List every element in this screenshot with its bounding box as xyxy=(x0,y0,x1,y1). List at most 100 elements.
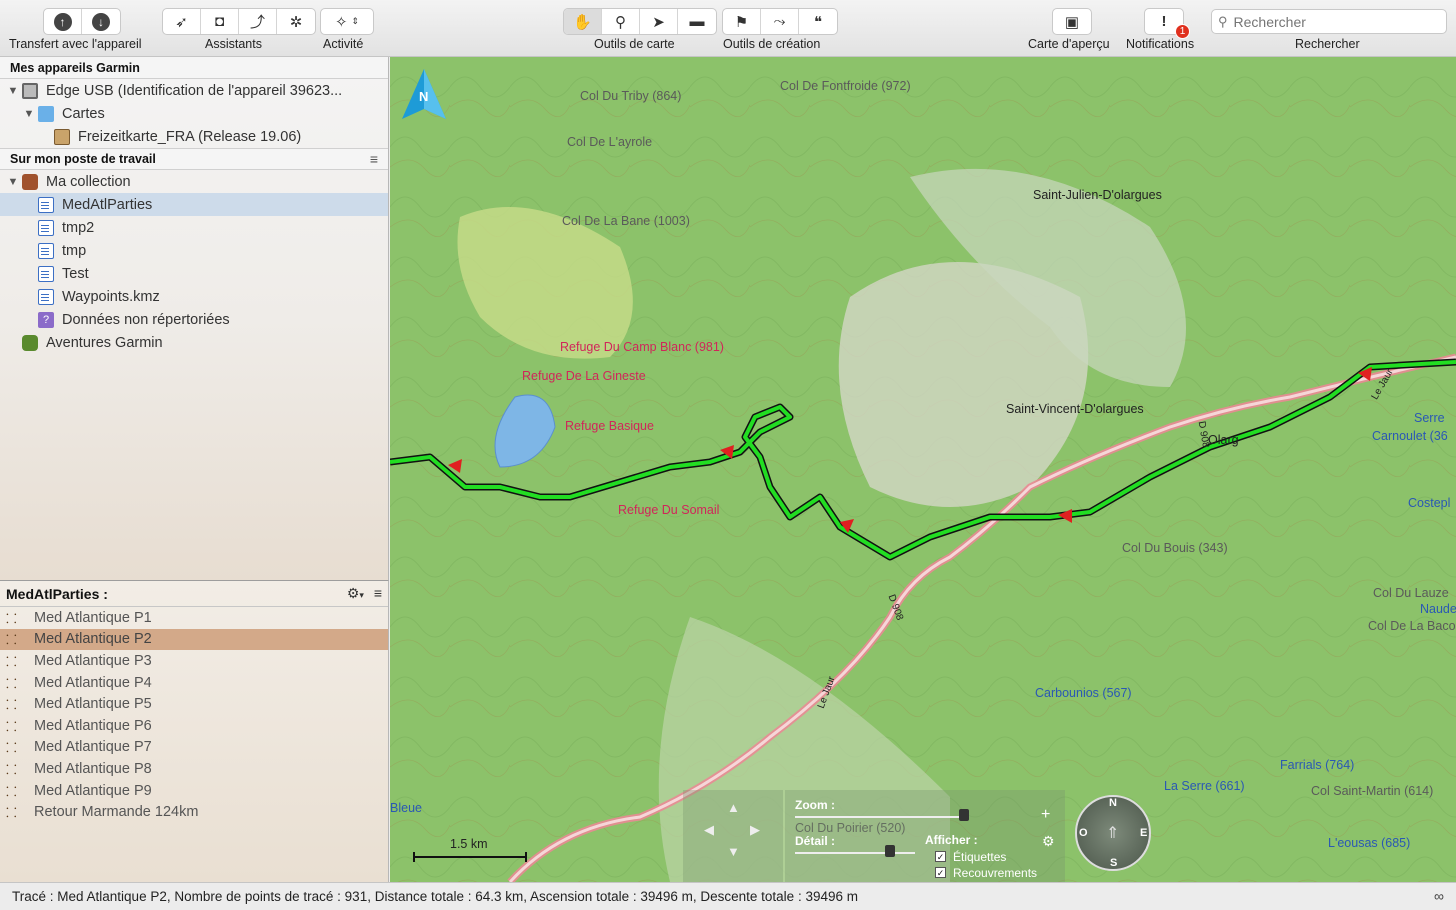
compass-rose[interactable]: N S E O ⇑ xyxy=(1075,795,1151,871)
place-label[interactable]: Col De L'ayrole xyxy=(567,135,652,149)
place-label[interactable]: Col De La Baco xyxy=(1368,619,1456,633)
device-transfer-group: ↑ ↓ xyxy=(43,8,121,35)
pan-control: ▲ ◀ ▶ ▼ xyxy=(683,790,783,882)
place-label[interactable]: Col Du Lauze xyxy=(1373,586,1449,600)
list-item-tmp2[interactable]: tmp2 xyxy=(0,216,388,239)
list-item[interactable]: ⸬ Med Atlantique P2 xyxy=(0,628,388,651)
place-label[interactable]: Carbounios (567) xyxy=(1035,686,1132,700)
place-label[interactable]: Bleue xyxy=(390,801,422,815)
list-item[interactable]: ⸬ Retour Marmande 124km xyxy=(0,801,388,823)
list-item-waypoints-kmz[interactable]: Waypoints.kmz xyxy=(0,285,388,308)
pan-left-button[interactable]: ◀ xyxy=(704,822,714,838)
download-icon: ↓ xyxy=(92,12,110,31)
overlays-checkbox-label: Recouvrements xyxy=(953,866,1038,880)
garmin-adventures-row[interactable]: Aventures Garmin xyxy=(0,331,388,354)
chevron-down-icon[interactable]: ▾ xyxy=(359,590,364,600)
rocket-assistant-button[interactable]: ➶ xyxy=(163,9,201,34)
place-label[interactable]: Farrials (764) xyxy=(1280,758,1354,772)
disclosure-triangle-icon[interactable]: ▼ xyxy=(6,176,20,188)
detail-label: Détail : xyxy=(795,834,836,848)
list-item[interactable]: ⸬ Med Atlantique P5 xyxy=(0,693,388,715)
magnifier-icon: ⚲ xyxy=(615,13,626,31)
place-label[interactable]: Refuge De La Gineste xyxy=(522,369,646,383)
measure-tool-button[interactable]: ▬ xyxy=(678,9,716,34)
backpack-icon: ◘ xyxy=(214,13,225,30)
list-item-test[interactable]: Test xyxy=(0,262,388,285)
list-item[interactable]: ⸬ Med Atlantique P6 xyxy=(0,715,388,737)
device-label: Edge USB (Identification de l'appareil 3… xyxy=(46,82,343,99)
place-label[interactable]: La Serre (661) xyxy=(1164,779,1245,793)
pan-right-button[interactable]: ▶ xyxy=(750,822,760,838)
list-item-label: tmp xyxy=(62,242,87,259)
pan-down-button[interactable]: ▼ xyxy=(727,844,740,859)
menu-lines-icon[interactable]: ≡ xyxy=(370,151,378,167)
map-tools-group: ✋ ⚲ ➤ ▬ xyxy=(563,8,717,35)
list-item-unlisted-data[interactable]: ? Données non répertoriées xyxy=(0,308,388,331)
place-label[interactable]: Refuge Du Somail xyxy=(618,503,719,517)
detail-slider-thumb[interactable] xyxy=(885,845,895,857)
zoom-slider-thumb[interactable] xyxy=(959,809,969,821)
gear-icon[interactable]: ⚙ xyxy=(347,585,360,601)
route-assistant-button[interactable]: ⤴ xyxy=(239,9,277,34)
list-item[interactable]: ⸬ Med Atlantique P8 xyxy=(0,758,388,780)
place-label[interactable]: Carnoulet (36 xyxy=(1372,429,1448,443)
route-tool-button[interactable]: ⤳ xyxy=(761,9,799,34)
search-input[interactable] xyxy=(1233,13,1434,30)
disclosure-triangle-icon[interactable]: ▼ xyxy=(6,85,20,97)
notifications-button[interactable]: ! 1 xyxy=(1145,9,1190,39)
send-to-device-button[interactable]: ↑ xyxy=(44,9,82,34)
place-label[interactable]: Saint-Vincent-D'olargues xyxy=(1006,402,1144,416)
place-label[interactable]: Olarg xyxy=(1208,433,1239,447)
pan-up-button[interactable]: ▲ xyxy=(727,800,740,815)
zoom-in-icon[interactable]: + xyxy=(1041,806,1050,824)
disclosure-triangle-icon[interactable]: ▼ xyxy=(22,108,36,120)
waypoint-tool-button[interactable]: ⚑ xyxy=(723,9,761,34)
list-item-medatlparties[interactable]: MedAtlParties xyxy=(0,193,388,216)
list-item[interactable]: ⸬ Med Atlantique P7 xyxy=(0,737,388,759)
assistants-group: ➶ ◘ ⤴ ✲ xyxy=(162,8,316,35)
map-item-row[interactable]: Freizeitkarte_FRA (Release 19.06) xyxy=(0,125,388,148)
overview-map-button[interactable]: ▣ xyxy=(1053,9,1091,34)
hand-icon: ✋ xyxy=(573,13,592,31)
labels-checkbox-label: Étiquettes xyxy=(953,850,1007,864)
activity-select[interactable]: ✧ ⇕ xyxy=(321,9,373,34)
select-tool-button[interactable]: ➤ xyxy=(640,9,678,34)
place-label[interactable]: Costepl xyxy=(1408,496,1450,510)
place-label[interactable]: L'eousas (685) xyxy=(1328,836,1410,850)
menu-lines-icon[interactable]: ≡ xyxy=(374,585,382,601)
compass-south: S xyxy=(1110,857,1118,869)
zoom-detail-panel: Zoom : Détail : Afficher : ✓ Étiquettes … xyxy=(785,790,1065,882)
place-label[interactable]: Col De Fontfroide (972) xyxy=(780,79,911,93)
receive-from-device-button[interactable]: ↓ xyxy=(82,9,120,34)
place-label[interactable]: Col Du Triby (864) xyxy=(580,89,681,103)
list-item[interactable]: ⸬ Med Atlantique P9 xyxy=(0,780,388,802)
place-label[interactable]: Refuge Du Camp Blanc (981) xyxy=(560,340,724,354)
track-tool-button[interactable]: ❝ xyxy=(799,9,837,34)
labels-checkbox[interactable]: ✓ xyxy=(935,851,946,862)
backpack-assistant-button[interactable]: ◘ xyxy=(201,9,239,34)
list-item-tmp[interactable]: tmp xyxy=(0,239,388,262)
gear-icon[interactable]: ⚙ xyxy=(1042,833,1055,850)
binoculars-icon[interactable]: ∞ xyxy=(1434,888,1444,904)
pan-tool-button[interactable]: ✋ xyxy=(564,9,602,34)
list-item[interactable]: ⸬ Med Atlantique P3 xyxy=(0,650,388,672)
zoom-slider[interactable] xyxy=(795,816,965,818)
place-label[interactable]: Col Du Bouis (343) xyxy=(1122,541,1228,555)
place-label[interactable]: Saint-Julien-D'olargues xyxy=(1033,188,1162,202)
list-item[interactable]: ⸬ Med Atlantique P1 xyxy=(0,607,388,629)
device-row[interactable]: ▼ Edge USB (Identification de l'appareil… xyxy=(0,79,388,102)
map-view[interactable]: N Col Du Triby (864) Col De Fontfroide (… xyxy=(390,57,1456,882)
document-icon xyxy=(38,265,54,282)
detail-slider[interactable] xyxy=(795,852,915,854)
maps-folder-row[interactable]: ▼ Cartes xyxy=(0,102,388,125)
place-label[interactable]: Refuge Basique xyxy=(565,419,654,433)
overlays-checkbox[interactable]: ✓ xyxy=(935,867,946,878)
place-label[interactable]: Serre xyxy=(1414,411,1445,425)
list-item[interactable]: ⸬ Med Atlantique P4 xyxy=(0,672,388,694)
place-label[interactable]: Col De La Bane (1003) xyxy=(562,214,690,228)
collection-row[interactable]: ▼ Ma collection xyxy=(0,170,388,193)
place-label[interactable]: Naude xyxy=(1420,602,1456,616)
place-label[interactable]: Col Saint-Martin (614) xyxy=(1311,784,1433,798)
zoom-tool-button[interactable]: ⚲ xyxy=(602,9,640,34)
sync-assistant-button[interactable]: ✲ xyxy=(277,9,315,34)
